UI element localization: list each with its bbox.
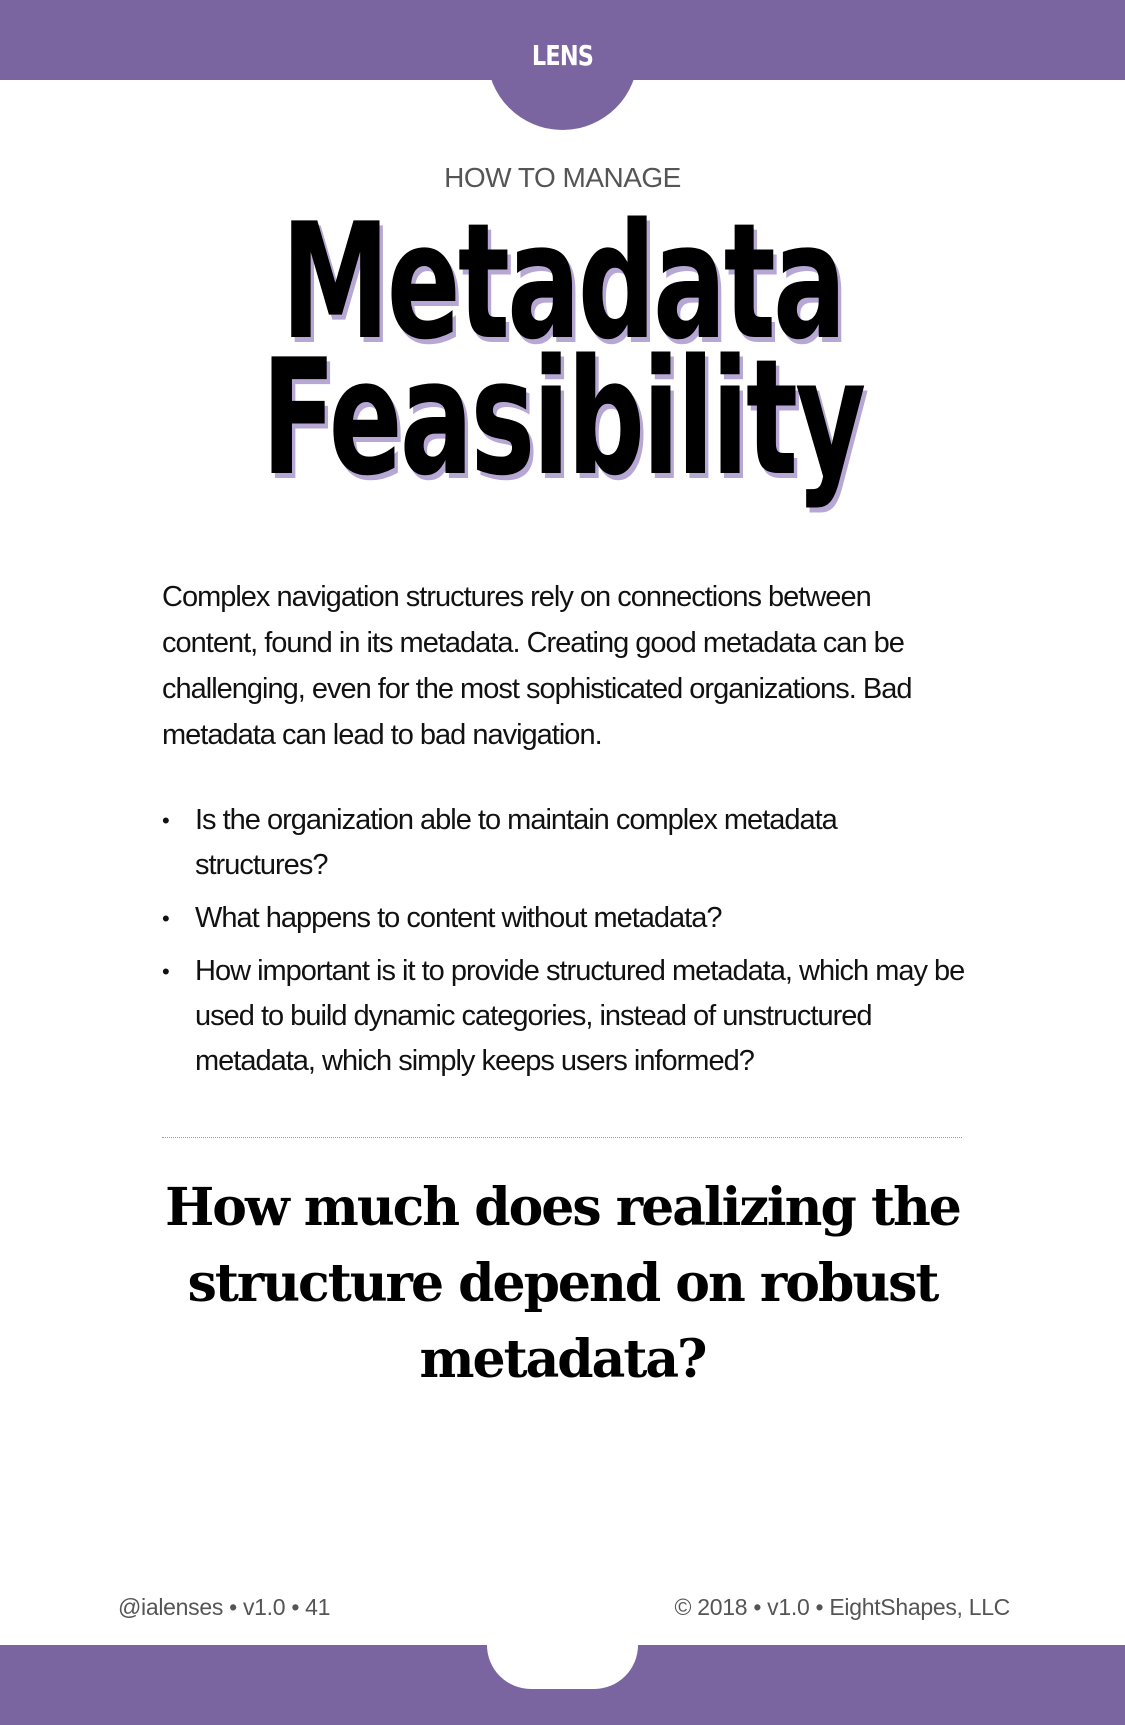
card-title: Metadata Feasibility (0, 202, 1125, 511)
lens-badge: LENS (531, 39, 594, 72)
question-list: • Is the organization able to maintain c… (162, 798, 972, 1092)
list-item: • How important is it to provide structu… (162, 949, 972, 1084)
footer-handle: @ialenses • v1.0 • 41 (118, 1594, 331, 1620)
list-item-text: What happens to content without metadata… (195, 902, 722, 934)
list-item-text: How important is it to provide structure… (195, 955, 965, 1077)
key-question: How much does realizing the structure de… (165, 1177, 962, 1390)
bullet-icon: • (162, 959, 170, 984)
footer-notch (487, 1645, 638, 1689)
intro-paragraph: Complex navigation structures rely on co… (162, 581, 913, 751)
list-item-text: Is the organization able to maintain com… (195, 804, 838, 881)
bullet-icon: • (162, 808, 170, 833)
list-item: • Is the organization able to maintain c… (162, 798, 972, 888)
section-divider (162, 1137, 962, 1138)
list-item: • What happens to content without metada… (162, 896, 972, 941)
card-title-line-2: Feasibility (261, 324, 867, 511)
footer-copyright: © 2018 • v1.0 • EightShapes, LLC (674, 1594, 1011, 1620)
bullet-icon: • (162, 906, 170, 931)
